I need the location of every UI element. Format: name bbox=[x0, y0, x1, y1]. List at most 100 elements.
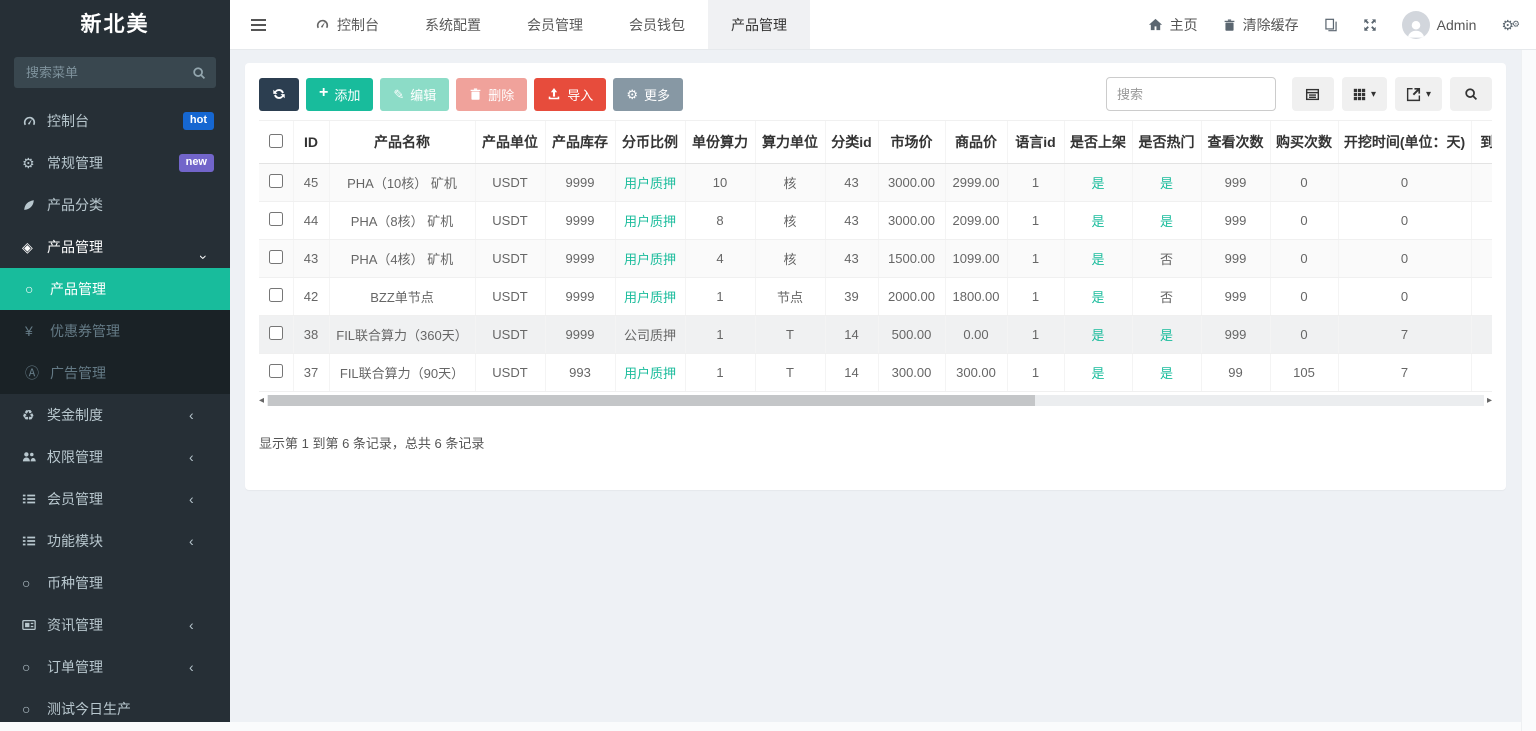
column-header[interactable]: 产品单位 bbox=[474, 121, 545, 164]
cell-link[interactable]: 是 bbox=[1131, 315, 1201, 354]
topbar-tab[interactable]: 控制台 bbox=[292, 0, 402, 49]
cell-link[interactable]: 是 bbox=[1131, 163, 1201, 202]
refresh-button[interactable] bbox=[259, 77, 299, 111]
sidebar-item[interactable]: 产品分类 bbox=[0, 184, 230, 226]
sidebar-item[interactable]: ◈ 产品管理 ‹ bbox=[0, 226, 230, 268]
chev-left-icon: ‹ bbox=[189, 491, 194, 507]
export-button[interactable]: ▾ bbox=[1394, 77, 1442, 111]
yen-icon: ¥ bbox=[25, 323, 33, 339]
column-header[interactable]: 单份算力 bbox=[684, 121, 755, 164]
cell-link[interactable]: 是 bbox=[1063, 353, 1132, 392]
table-row[interactable]: 37 FIL联合算力（90天） USDT 993 用户质押 1 T 14 300.00 300.0… bbox=[259, 353, 1492, 392]
topbar-tab[interactable]: 系统配置 bbox=[402, 0, 504, 49]
scroll-right-arrow-icon[interactable]: ▸ bbox=[1487, 395, 1492, 406]
search-toggle-button[interactable] bbox=[1450, 77, 1492, 111]
topbar-tab[interactable]: 产品管理 bbox=[708, 0, 810, 49]
column-header[interactable]: 购买次数 bbox=[1269, 121, 1338, 164]
table-row[interactable]: 43 PHA（4核） 矿机 USDT 9999 用户质押 4 核 43 1500.00 1099.… bbox=[259, 239, 1492, 278]
column-header[interactable]: 查看次数 bbox=[1200, 121, 1270, 164]
more-button[interactable]: ⚙ 更多 bbox=[613, 77, 683, 111]
cell-link[interactable]: 用户质押 bbox=[614, 163, 685, 202]
cell-link[interactable]: 是 bbox=[1063, 277, 1132, 316]
sidebar-item[interactable]: ⚙ 常规管理 new bbox=[0, 142, 230, 184]
column-header[interactable]: 商品价 bbox=[944, 121, 1007, 164]
table-search-input[interactable] bbox=[1105, 77, 1276, 111]
cell-link[interactable]: 是 bbox=[1063, 201, 1132, 240]
home-link[interactable]: 主页 bbox=[1148, 15, 1198, 35]
fullscreen-button[interactable] bbox=[1363, 18, 1377, 32]
row-checkbox[interactable] bbox=[268, 326, 283, 340]
circle-icon: ○ bbox=[22, 575, 31, 591]
sidebar-item[interactable]: ♻ 奖金制度 ‹ bbox=[0, 394, 230, 436]
cell-link[interactable]: 是 bbox=[1063, 315, 1132, 354]
table-row[interactable]: 44 PHA（8核） 矿机 USDT 9999 用户质押 8 核 43 3000.00 2099.… bbox=[259, 201, 1492, 240]
sidebar-item[interactable]: 控制台 hot bbox=[0, 100, 230, 142]
sidebar-item[interactable]: ¥ 优惠券管理 bbox=[0, 310, 230, 352]
column-header[interactable]: ID bbox=[292, 121, 329, 164]
import-button[interactable]: 导入 bbox=[534, 77, 607, 111]
edit-button[interactable]: ✎ 编辑 bbox=[380, 77, 450, 111]
docs-button[interactable] bbox=[1324, 18, 1338, 32]
table-row[interactable]: 38 FIL联合算力（360天） USDT 9999 公司质押 1 T 14 500.00 0.0… bbox=[259, 315, 1492, 354]
row-checkbox[interactable] bbox=[268, 288, 283, 302]
cell-link[interactable]: 是 bbox=[1131, 201, 1201, 240]
sidebar-item[interactable]: ○ 产品管理 bbox=[0, 268, 230, 310]
table-cell: 核 bbox=[754, 201, 825, 240]
select-all-checkbox[interactable] bbox=[268, 133, 283, 148]
columns-button[interactable]: ▾ bbox=[1341, 77, 1387, 111]
table-cell: 1 bbox=[1006, 315, 1064, 354]
column-header[interactable]: 产品名称 bbox=[328, 121, 475, 164]
sidebar-item[interactable]: Ⓐ 广告管理 bbox=[0, 352, 230, 394]
table-cell: 43 bbox=[824, 239, 878, 278]
column-header[interactable]: 分类id bbox=[824, 121, 878, 164]
settings-button[interactable]: ⚙ ⚙ bbox=[1501, 18, 1520, 32]
cell-link[interactable]: 用户质押 bbox=[614, 239, 685, 278]
table-row[interactable]: 42 BZZ单节点 USDT 9999 用户质押 1 节点 39 2000.00 1800.00 1… bbox=[259, 277, 1492, 316]
column-header[interactable]: 语言id bbox=[1006, 121, 1064, 164]
sidebar-search-input[interactable] bbox=[24, 64, 192, 81]
cell-link[interactable]: 用户质押 bbox=[614, 353, 685, 392]
detail-view-button[interactable] bbox=[1291, 77, 1334, 111]
cell-link[interactable]: 是 bbox=[1131, 353, 1201, 392]
topbar-tab[interactable]: 会员钱包 bbox=[606, 0, 708, 49]
column-header[interactable]: 开挖时间(单位：天) bbox=[1337, 121, 1471, 164]
clear-cache-button[interactable]: 清除缓存 bbox=[1223, 15, 1299, 35]
column-header[interactable]: 是否热门 bbox=[1131, 121, 1201, 164]
column-header[interactable]: 产品库存 bbox=[544, 121, 615, 164]
table-cell: 0 bbox=[1269, 163, 1338, 202]
cell-link[interactable]: 用户质押 bbox=[614, 277, 685, 316]
row-checkbox[interactable] bbox=[268, 364, 283, 378]
page-vertical-scrollbar[interactable] bbox=[1521, 50, 1536, 731]
row-checkbox[interactable] bbox=[268, 250, 283, 264]
delete-button[interactable]: 删除 bbox=[456, 77, 528, 111]
scrollbar-track[interactable] bbox=[267, 395, 1484, 406]
gear-icon: ⚙ bbox=[626, 86, 638, 102]
user-menu[interactable]: Admin bbox=[1401, 10, 1476, 39]
add-button[interactable]: + 添加 bbox=[306, 77, 374, 111]
column-header[interactable]: 市场价 bbox=[877, 121, 945, 164]
cell-link[interactable]: 是 bbox=[1063, 239, 1132, 278]
cell-link[interactable]: 用户质押 bbox=[614, 201, 685, 240]
sidebar-item[interactable]: ○ 订单管理 ‹ bbox=[0, 646, 230, 688]
grid-icon bbox=[1353, 88, 1366, 101]
sidebar-item[interactable]: 资讯管理 ‹ bbox=[0, 604, 230, 646]
cell-link[interactable]: 是 bbox=[1063, 163, 1132, 202]
sidebar-item[interactable]: 功能模块 ‹ bbox=[0, 520, 230, 562]
topbar-tab[interactable]: 会员管理 bbox=[504, 0, 606, 49]
sidebar-item[interactable]: 权限管理 ‹ bbox=[0, 436, 230, 478]
row-checkbox[interactable] bbox=[268, 212, 283, 226]
column-header[interactable]: 算力单位 bbox=[754, 121, 825, 164]
scroll-left-arrow-icon[interactable]: ◂ bbox=[259, 395, 264, 406]
scrollbar-thumb[interactable] bbox=[268, 395, 1035, 406]
column-header[interactable]: 分币比例 bbox=[614, 121, 685, 164]
column-header[interactable]: 到期时 bbox=[1470, 121, 1492, 164]
sidebar-item[interactable]: ○ 币种管理 bbox=[0, 562, 230, 604]
page-horizontal-scrollbar[interactable] bbox=[0, 722, 1521, 731]
sidebar-item[interactable]: 会员管理 ‹ bbox=[0, 478, 230, 520]
menu-toggle-button[interactable] bbox=[236, 0, 280, 49]
row-checkbox[interactable] bbox=[268, 174, 283, 188]
horizontal-scrollbar[interactable]: ◂ ▸ bbox=[259, 393, 1492, 408]
table-cell: USDT bbox=[474, 353, 545, 392]
column-header[interactable]: 是否上架 bbox=[1063, 121, 1132, 164]
table-row[interactable]: 45 PHA（10核） 矿机 USDT 9999 用户质押 10 核 43 3000.00 299… bbox=[259, 163, 1492, 202]
